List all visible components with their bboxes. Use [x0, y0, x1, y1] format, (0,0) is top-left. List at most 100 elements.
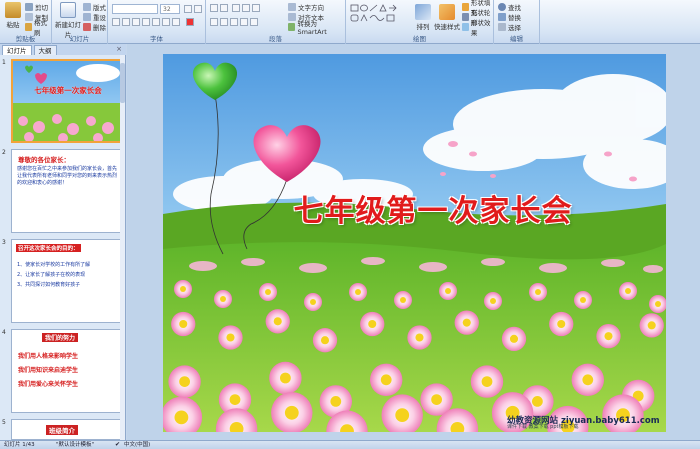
slide-thumbnail-panel: 幻灯片 大纲 × 1 七年级第一次家长会 2 尊敬的各位家长： 感谢您在百忙之中…	[0, 44, 126, 440]
arrange-button[interactable]: 排列	[412, 4, 434, 31]
italic-icon[interactable]	[122, 18, 130, 26]
align-right-icon[interactable]	[230, 18, 238, 26]
increase-indent-icon[interactable]	[242, 4, 250, 12]
thumbnail-5-title: 班级简介	[46, 425, 78, 435]
status-theme: "默认设计模板"	[56, 442, 95, 448]
select-arrow-icon	[498, 23, 506, 31]
thumbnail-4-list: 我们用人格来影响学生 我们用知识来启迪学生 我们用爱心来关怀学生	[18, 350, 78, 392]
text-direction-icon	[288, 3, 296, 11]
slide-editing-area: 七年级第一次家长会 幼教资源网站 ziyuan.baby611.com 课件下载…	[127, 44, 700, 440]
paragraph-group-label: 段落	[269, 35, 282, 43]
delete-icon	[83, 23, 91, 31]
shrink-font-icon[interactable]	[194, 5, 202, 13]
thumbnail-number: 5	[2, 419, 6, 426]
shape-effects-button[interactable]: 形状效果	[462, 19, 493, 37]
smartart-button[interactable]: 转换为 SmartArt	[288, 20, 345, 36]
thumbnail-4-title: 我们的努力	[42, 333, 79, 342]
thumbnail-number: 3	[2, 239, 6, 246]
replace-button[interactable]: 替换	[498, 12, 521, 22]
font-color-icon[interactable]	[186, 18, 194, 26]
scrollbar-thumb[interactable]	[120, 63, 125, 103]
thumbnail-1-art	[13, 61, 121, 141]
font-group-label: 字体	[150, 35, 163, 43]
thumbnail-number: 4	[2, 329, 6, 336]
layout-icon	[83, 3, 91, 11]
status-language: 中文(中国)	[124, 442, 151, 448]
justify-icon[interactable]	[240, 18, 248, 26]
thumbnail-slide-3[interactable]: 召开这次家长会的目的： 1、使家长对学校的工作有所了解 2、让家长了解孩子在校的…	[11, 239, 123, 323]
align-left-icon[interactable]	[210, 18, 218, 26]
copy-icon	[25, 13, 33, 21]
decrease-indent-icon[interactable]	[232, 4, 240, 12]
list-item: 我们用爱心来关怀学生	[18, 381, 79, 388]
clipboard-group: 粘贴 剪切 复制 格式刷 剪贴板	[0, 0, 52, 44]
status-slide-position: 幻灯片 1/43	[4, 442, 35, 448]
strikethrough-icon[interactable]	[142, 18, 150, 26]
list-item: 我们用人格来影响学生	[18, 353, 79, 360]
quick-styles-icon	[439, 4, 455, 20]
cut-button[interactable]: 剪切	[25, 2, 48, 12]
smartart-icon	[288, 23, 296, 31]
paste-icon	[5, 2, 21, 18]
paste-button[interactable]: 粘贴	[2, 2, 24, 29]
drawing-group-label: 绘图	[413, 35, 426, 43]
thumbnail-2-body: 感谢您在百忙之中来参加我们的家长会，首先让我代表所有老师和同学对您的到来表示热烈…	[17, 166, 118, 186]
text-direction-button[interactable]: 文字方向	[288, 2, 324, 12]
thumbnail-slide-5[interactable]: 班级简介	[11, 419, 123, 440]
find-button[interactable]: 查找	[498, 2, 521, 12]
slide-title[interactable]: 七年级第一次家长会	[233, 186, 633, 230]
select-button[interactable]: 选择	[498, 22, 521, 32]
reset-icon	[83, 13, 91, 21]
tab-outline[interactable]: 大纲	[33, 45, 57, 55]
drawing-group: 排列 快速样式 形状填充 形状轮廓 形状效果 绘图	[346, 0, 494, 44]
font-size-combo[interactable]: 32	[160, 4, 180, 14]
line-spacing-icon[interactable]	[252, 4, 260, 12]
tab-slides[interactable]: 幻灯片	[2, 45, 32, 55]
slides-group-label: 幻灯片	[69, 35, 90, 43]
font-group: 32 字体	[108, 0, 206, 44]
current-slide[interactable]: 七年级第一次家长会 幼教资源网站 ziyuan.baby611.com 课件下载…	[163, 54, 666, 432]
change-case-icon[interactable]	[172, 18, 180, 26]
replace-icon	[498, 13, 506, 21]
thumbnail-slide-4[interactable]: 我们的努力 我们用人格来影响学生 我们用知识来启迪学生 我们用爱心来关怀学生	[11, 329, 123, 413]
font-name-combo[interactable]	[112, 4, 158, 14]
list-item: 1、使家长对学校的工作有所了解	[17, 262, 91, 268]
reset-button[interactable]: 重设	[83, 12, 106, 22]
status-bar: 幻灯片 1/43 "默认设计模板" ✔ 中文(中国)	[0, 440, 700, 449]
arrange-icon	[415, 4, 431, 20]
fill-bucket-icon	[462, 3, 469, 11]
slides-group: 新建幻灯片 版式 重设 删除 幻灯片	[52, 0, 108, 44]
numbering-icon[interactable]	[220, 4, 228, 12]
shadow-icon[interactable]	[152, 18, 160, 26]
brush-icon	[25, 23, 32, 31]
columns-icon[interactable]	[250, 18, 258, 26]
outline-pen-icon	[462, 13, 469, 21]
list-item: 我们用知识来启迪学生	[18, 367, 79, 374]
align-center-icon[interactable]	[220, 18, 228, 26]
thumbnail-slide-2[interactable]: 尊敬的各位家长： 感谢您在百忙之中来参加我们的家长会，首先让我代表所有老师和同学…	[11, 149, 123, 233]
paragraph-group: 文字方向 对齐文本 转换为 SmartArt 段落	[206, 0, 346, 44]
grow-font-icon[interactable]	[184, 5, 192, 13]
panel-close-icon[interactable]: ×	[116, 45, 122, 53]
new-slide-icon	[60, 2, 76, 18]
ribbon: 粘贴 剪切 复制 格式刷 剪贴板 新建幻灯片 版式 重设 删除 幻灯片 32 字…	[0, 0, 700, 44]
bold-icon[interactable]	[112, 18, 120, 26]
thumbnail-slide-1[interactable]: 七年级第一次家长会	[11, 59, 123, 143]
underline-icon[interactable]	[132, 18, 140, 26]
slide-background-art	[163, 54, 666, 432]
shapes-gallery-icon[interactable]	[350, 4, 410, 30]
quick-styles-button[interactable]: 快速样式	[434, 4, 460, 31]
bullets-icon[interactable]	[210, 4, 218, 12]
effects-icon	[462, 23, 469, 31]
panel-scrollbar[interactable]	[120, 55, 125, 440]
delete-slide-button[interactable]: 删除	[83, 22, 106, 32]
clipboard-group-label: 剪贴板	[15, 35, 36, 43]
spellcheck-icon[interactable]: ✔	[115, 441, 120, 449]
layout-button[interactable]: 版式	[83, 2, 106, 12]
char-spacing-icon[interactable]	[162, 18, 170, 26]
list-item: 3、共同探讨如何教育好孩子	[17, 282, 81, 288]
editing-group: 查找 替换 选择 编辑	[494, 0, 540, 44]
thumbnail-number: 1	[2, 59, 6, 66]
thumbnail-2-title: 尊敬的各位家长：	[18, 156, 70, 164]
format-painter-button[interactable]: 格式刷	[25, 19, 51, 37]
